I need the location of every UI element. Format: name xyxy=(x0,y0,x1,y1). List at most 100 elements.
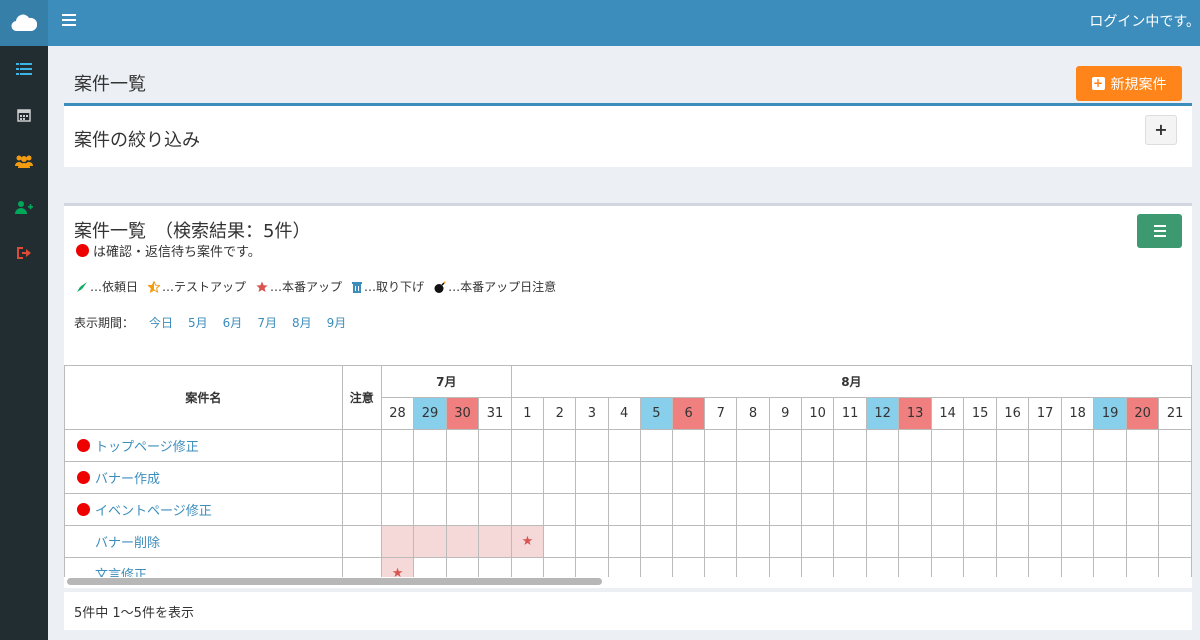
day-cell[interactable] xyxy=(1125,525,1160,558)
day-cell[interactable] xyxy=(995,557,1030,577)
day-cell[interactable] xyxy=(510,429,545,462)
project-link[interactable]: バナー作成 xyxy=(77,468,342,487)
day-cell[interactable] xyxy=(1028,429,1062,462)
day-cell[interactable] xyxy=(833,429,867,462)
sidebar-toggle-icon[interactable] xyxy=(62,14,76,26)
day-cell[interactable] xyxy=(1060,557,1095,577)
day-cell[interactable] xyxy=(413,461,447,494)
day-cell[interactable] xyxy=(607,525,641,558)
day-cell[interactable] xyxy=(1060,525,1095,558)
day-cell[interactable] xyxy=(995,493,1030,526)
project-link[interactable]: バナー削除 xyxy=(77,532,342,551)
users-icon[interactable] xyxy=(0,138,48,184)
day-cell[interactable] xyxy=(543,525,577,558)
day-cell[interactable] xyxy=(380,429,415,462)
day-cell[interactable] xyxy=(930,461,965,494)
day-cell[interactable] xyxy=(1028,525,1062,558)
project-link[interactable]: イベントページ修正 xyxy=(77,500,342,519)
day-cell[interactable] xyxy=(704,525,738,558)
day-cell[interactable] xyxy=(671,429,706,462)
day-cell[interactable] xyxy=(995,429,1030,462)
day-cell[interactable] xyxy=(478,493,512,526)
day-cell[interactable] xyxy=(543,557,577,577)
day-cell[interactable] xyxy=(639,525,673,558)
day-cell[interactable] xyxy=(639,493,673,526)
day-cell[interactable] xyxy=(413,429,447,462)
period-link-june[interactable]: 6月 xyxy=(223,314,243,331)
day-cell[interactable] xyxy=(1093,461,1127,494)
day-cell[interactable] xyxy=(671,557,706,577)
day-cell[interactable] xyxy=(930,557,965,577)
day-cell[interactable] xyxy=(865,429,900,462)
day-cell[interactable] xyxy=(833,525,867,558)
day-cell[interactable] xyxy=(1060,461,1095,494)
period-link-may[interactable]: 5月 xyxy=(188,314,208,331)
day-cell[interactable] xyxy=(995,525,1030,558)
day-cell[interactable] xyxy=(1028,557,1062,577)
day-cell[interactable] xyxy=(800,493,835,526)
day-cell[interactable] xyxy=(607,429,641,462)
day-cell[interactable] xyxy=(833,493,867,526)
day-cell[interactable] xyxy=(898,557,932,577)
day-cell[interactable] xyxy=(575,557,609,577)
day-cell[interactable] xyxy=(671,461,706,494)
day-cell[interactable] xyxy=(1060,429,1095,462)
day-cell[interactable] xyxy=(963,557,997,577)
day-cell[interactable] xyxy=(543,429,577,462)
day-cell[interactable] xyxy=(1028,461,1062,494)
day-cell[interactable] xyxy=(510,461,545,494)
day-cell[interactable] xyxy=(1060,493,1095,526)
day-cell[interactable] xyxy=(833,461,867,494)
day-cell[interactable] xyxy=(1093,525,1127,558)
day-cell[interactable] xyxy=(736,429,770,462)
day-cell[interactable] xyxy=(736,525,770,558)
day-cell[interactable] xyxy=(413,493,447,526)
day-cell[interactable] xyxy=(768,557,802,577)
day-cell[interactable] xyxy=(768,461,802,494)
day-cell[interactable] xyxy=(639,557,673,577)
day-cell[interactable] xyxy=(413,525,447,558)
new-project-button[interactable]: + 新規案件 xyxy=(1076,66,1182,101)
calendar-icon[interactable] xyxy=(0,92,48,138)
list-menu-button[interactable] xyxy=(1137,214,1182,248)
sign-out-icon[interactable] xyxy=(0,230,48,276)
project-link[interactable]: トップページ修正 xyxy=(77,436,342,455)
day-cell[interactable] xyxy=(865,493,900,526)
day-cell[interactable] xyxy=(963,429,997,462)
day-cell[interactable] xyxy=(800,429,835,462)
day-cell[interactable] xyxy=(445,557,480,577)
horizontal-scrollbar[interactable] xyxy=(67,578,602,585)
day-cell[interactable] xyxy=(607,461,641,494)
list-icon[interactable] xyxy=(0,46,48,92)
day-cell[interactable] xyxy=(671,493,706,526)
day-cell[interactable] xyxy=(995,461,1030,494)
day-cell[interactable] xyxy=(963,461,997,494)
day-cell[interactable] xyxy=(704,461,738,494)
day-cell[interactable] xyxy=(575,493,609,526)
day-cell[interactable] xyxy=(768,525,802,558)
day-cell[interactable] xyxy=(768,493,802,526)
day-cell[interactable] xyxy=(380,461,415,494)
day-cell[interactable] xyxy=(930,429,965,462)
day-cell[interactable] xyxy=(865,525,900,558)
day-cell[interactable] xyxy=(510,557,545,577)
day-cell[interactable]: ★ xyxy=(510,525,545,558)
day-cell[interactable] xyxy=(898,429,932,462)
day-cell[interactable] xyxy=(607,493,641,526)
day-cell[interactable] xyxy=(704,493,738,526)
day-cell[interactable] xyxy=(380,525,415,558)
day-cell[interactable] xyxy=(380,493,415,526)
day-cell[interactable] xyxy=(1093,493,1127,526)
day-cell[interactable] xyxy=(478,429,512,462)
day-cell[interactable] xyxy=(963,525,997,558)
day-cell[interactable] xyxy=(1158,525,1192,558)
day-cell[interactable] xyxy=(478,557,512,577)
day-cell[interactable] xyxy=(1125,493,1160,526)
day-cell[interactable] xyxy=(1125,429,1160,462)
day-cell[interactable] xyxy=(1125,557,1160,577)
day-cell[interactable] xyxy=(898,493,932,526)
day-cell[interactable] xyxy=(736,461,770,494)
day-cell[interactable] xyxy=(607,557,641,577)
day-cell[interactable] xyxy=(800,557,835,577)
day-cell[interactable] xyxy=(1158,461,1192,494)
